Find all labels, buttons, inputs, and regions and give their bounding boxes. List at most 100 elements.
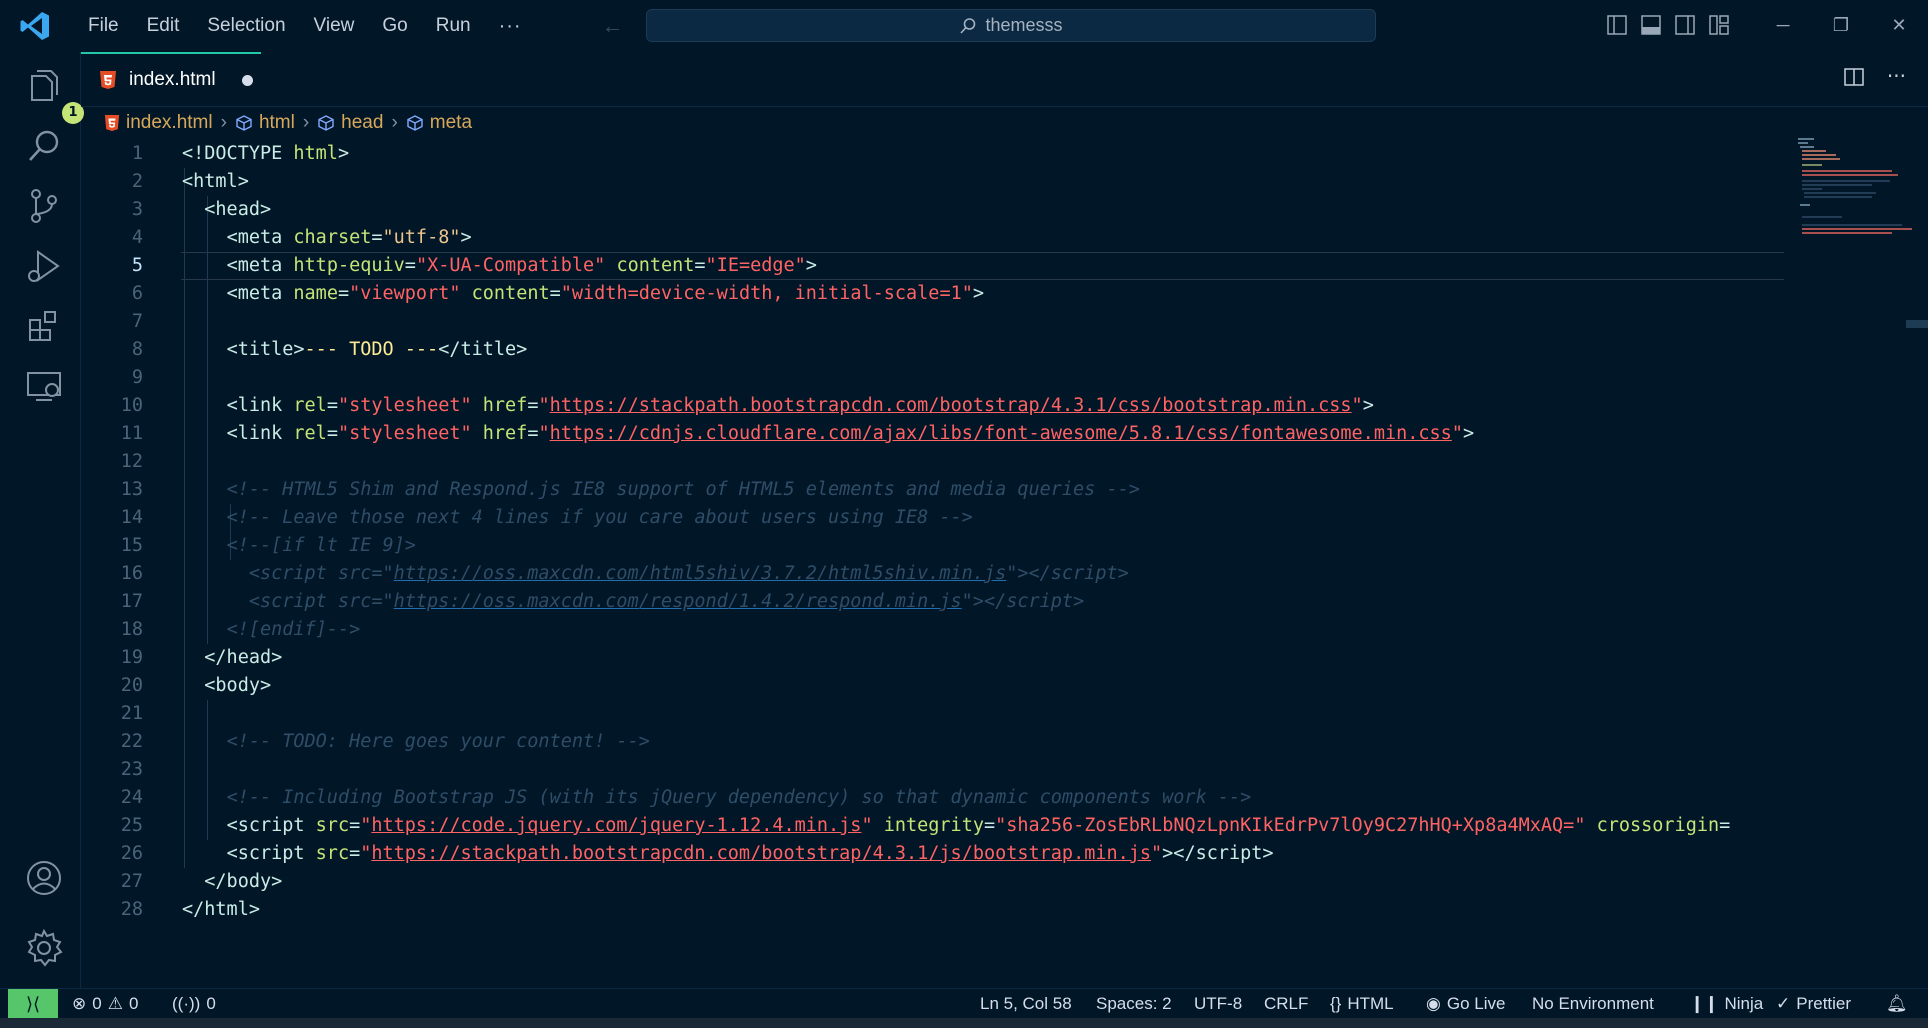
code-line: 19 </head> bbox=[120, 647, 283, 668]
menu-edit[interactable]: Edit bbox=[133, 0, 194, 52]
run-debug-icon[interactable] bbox=[24, 246, 64, 286]
problems-status[interactable]: ⊗ 0 ⚠ 0 bbox=[72, 989, 138, 1019]
code-line: 17 <script src="https://oss.maxcdn.com/r… bbox=[120, 591, 1085, 612]
code-line: 11 <link rel="stylesheet" href="https://… bbox=[120, 423, 1475, 444]
restore-icon[interactable]: ❐ bbox=[1812, 0, 1870, 52]
link-url[interactable]: https://stackpath.bootstrapcdn.com/boots… bbox=[550, 395, 1352, 416]
breadcrumb-file[interactable]: index.html bbox=[104, 112, 213, 134]
code-line: 28 </html> bbox=[120, 899, 260, 920]
code-line: 25 <script src="https://code.jquery.com/… bbox=[120, 815, 1731, 836]
code-line: 8 <title>--- TODO ---</title> bbox=[131, 339, 528, 360]
source-control-icon[interactable] bbox=[24, 186, 64, 226]
code-line: 13 <!-- HTML5 Shim and Respond.js IE8 su… bbox=[120, 479, 1140, 500]
minimap-line bbox=[1802, 184, 1872, 186]
status-bar: ⟩⟨ ⊗ 0 ⚠ 0 ((·)) 0 Ln 5, Col 58 Spaces: 2 U… bbox=[0, 988, 1928, 1019]
minimap-line bbox=[1802, 188, 1822, 190]
minimap-line bbox=[1802, 174, 1898, 176]
minimap-line bbox=[1802, 232, 1892, 234]
minimap-line bbox=[1802, 154, 1836, 156]
tab-label: index.html bbox=[129, 69, 216, 90]
code-line: 10 <link rel="stylesheet" href="https://… bbox=[120, 395, 1374, 416]
code-line: 24 <!-- Including Bootstrap JS (with its… bbox=[120, 787, 1252, 808]
menu-file[interactable]: File bbox=[74, 0, 133, 52]
go-back-icon[interactable]: ← bbox=[602, 13, 624, 39]
menu-go[interactable]: Go bbox=[368, 0, 421, 52]
menu-selection[interactable]: Selection bbox=[193, 0, 299, 52]
minimap-line bbox=[1802, 158, 1840, 160]
code-line: 18 <![endif]--> bbox=[120, 619, 361, 640]
code-line: 26 <script src="https://stackpath.bootst… bbox=[120, 843, 1274, 864]
minimap-line bbox=[1798, 138, 1814, 140]
code-line: 15 <!--[if lt IE 9]> bbox=[120, 535, 416, 556]
remote-indicator-icon[interactable]: ⟩⟨ bbox=[8, 989, 58, 1019]
extensions-icon[interactable] bbox=[24, 306, 64, 346]
scrollbar-thumb[interactable] bbox=[1906, 320, 1928, 328]
split-editor-icon[interactable] bbox=[1843, 66, 1865, 92]
accounts-icon[interactable] bbox=[24, 858, 64, 898]
prettier-status[interactable]: ✓ Prettier bbox=[1776, 989, 1851, 1019]
minimap[interactable] bbox=[1784, 130, 1928, 988]
minimap-line bbox=[1802, 228, 1912, 230]
toggle-panel-icon[interactable] bbox=[1640, 14, 1662, 36]
warning-icon: ⚠ bbox=[107, 994, 123, 1013]
broadcast-icon: ((·)) bbox=[172, 994, 201, 1013]
search-icon[interactable] bbox=[24, 126, 64, 166]
chevron-right-icon: › bbox=[302, 112, 310, 133]
toggle-secondary-sidebar-icon[interactable] bbox=[1674, 14, 1696, 36]
code-line: 9 bbox=[131, 367, 143, 388]
menu-run[interactable]: Run bbox=[422, 0, 485, 52]
element-cube-icon bbox=[407, 115, 423, 131]
menu-more-button[interactable]: ··· bbox=[485, 15, 536, 38]
close-icon[interactable]: ✕ bbox=[1870, 0, 1928, 52]
code-editor[interactable]: 1 <!DOCTYPE html> 2 <html> 3 <head> 4 <met… bbox=[81, 140, 1784, 980]
link-url[interactable]: https://code.jquery.com/jquery-1.12.4.mi… bbox=[371, 815, 861, 836]
code-line: 16 <script src="https://oss.maxcdn.com/h… bbox=[120, 563, 1129, 584]
minimize-icon[interactable]: ─ bbox=[1754, 0, 1812, 52]
code-line: 14 <!-- Leave those next 4 lines if you … bbox=[120, 507, 973, 528]
breadcrumb-html[interactable]: html bbox=[235, 112, 295, 134]
toggle-primary-sidebar-icon[interactable] bbox=[1606, 14, 1628, 36]
chevron-right-icon: › bbox=[220, 112, 227, 133]
editor-tab-bar: index.html ··· bbox=[81, 52, 1928, 107]
title-bar: File Edit Selection View Go Run ··· ← → … bbox=[0, 0, 1928, 52]
minimap-line bbox=[1804, 196, 1872, 198]
link-url[interactable]: https://cdnjs.cloudflare.com/ajax/libs/f… bbox=[550, 423, 1452, 444]
unsaved-indicator-icon[interactable] bbox=[241, 74, 253, 86]
layout-controls bbox=[1606, 14, 1730, 36]
command-center-search[interactable]: themesss bbox=[646, 9, 1376, 42]
code-line: 4 <meta charset="utf-8"> bbox=[131, 227, 472, 248]
code-line: 22 <!-- TODO: Here goes your content! --… bbox=[120, 731, 650, 752]
go-live-button[interactable]: ◉ Go Live bbox=[1426, 989, 1505, 1019]
element-cube-icon bbox=[236, 115, 252, 131]
cursor-position[interactable]: Ln 5, Col 58 bbox=[980, 989, 1072, 1019]
ninja-status[interactable]: ❙❙ Ninja bbox=[1690, 989, 1763, 1019]
indentation-status[interactable]: Spaces: 2 bbox=[1096, 989, 1172, 1019]
environment-status[interactable]: No Environment bbox=[1532, 989, 1654, 1019]
minimap-line bbox=[1802, 150, 1826, 152]
remote-explorer-icon[interactable] bbox=[24, 366, 64, 406]
html5-file-icon bbox=[104, 115, 120, 131]
code-line: 12 bbox=[120, 451, 143, 472]
code-line: 6 <meta name="viewport" content="width=d… bbox=[131, 283, 984, 304]
manage-gear-icon[interactable] bbox=[24, 928, 64, 968]
breadcrumb-head[interactable]: head bbox=[317, 112, 383, 134]
notifications-bell-icon[interactable]: 🔔︎ bbox=[1886, 989, 1908, 1019]
menu-view[interactable]: View bbox=[300, 0, 369, 52]
code-line: 27 </body> bbox=[120, 871, 283, 892]
ports-status[interactable]: ((·)) 0 bbox=[172, 989, 216, 1019]
link-url[interactable]: https://stackpath.bootstrapcdn.com/boots… bbox=[371, 843, 1151, 864]
minimap-line bbox=[1802, 180, 1890, 182]
minimap-line bbox=[1800, 146, 1814, 148]
explorer-icon[interactable]: 1 bbox=[24, 66, 84, 124]
eol-status[interactable]: CRLF bbox=[1264, 989, 1308, 1019]
customize-layout-icon[interactable] bbox=[1708, 14, 1730, 36]
more-actions-icon[interactable]: ··· bbox=[1887, 66, 1906, 92]
minimap-line bbox=[1802, 216, 1842, 218]
taskbar-edge bbox=[0, 1018, 1928, 1028]
encoding-status[interactable]: UTF-8 bbox=[1194, 989, 1242, 1019]
code-line: 21 bbox=[120, 703, 143, 724]
breadcrumb-meta[interactable]: meta bbox=[406, 112, 472, 134]
code-line: 7 bbox=[131, 311, 143, 332]
tab-index-html[interactable]: index.html bbox=[81, 52, 261, 106]
language-mode[interactable]: {} HTML bbox=[1330, 989, 1394, 1019]
